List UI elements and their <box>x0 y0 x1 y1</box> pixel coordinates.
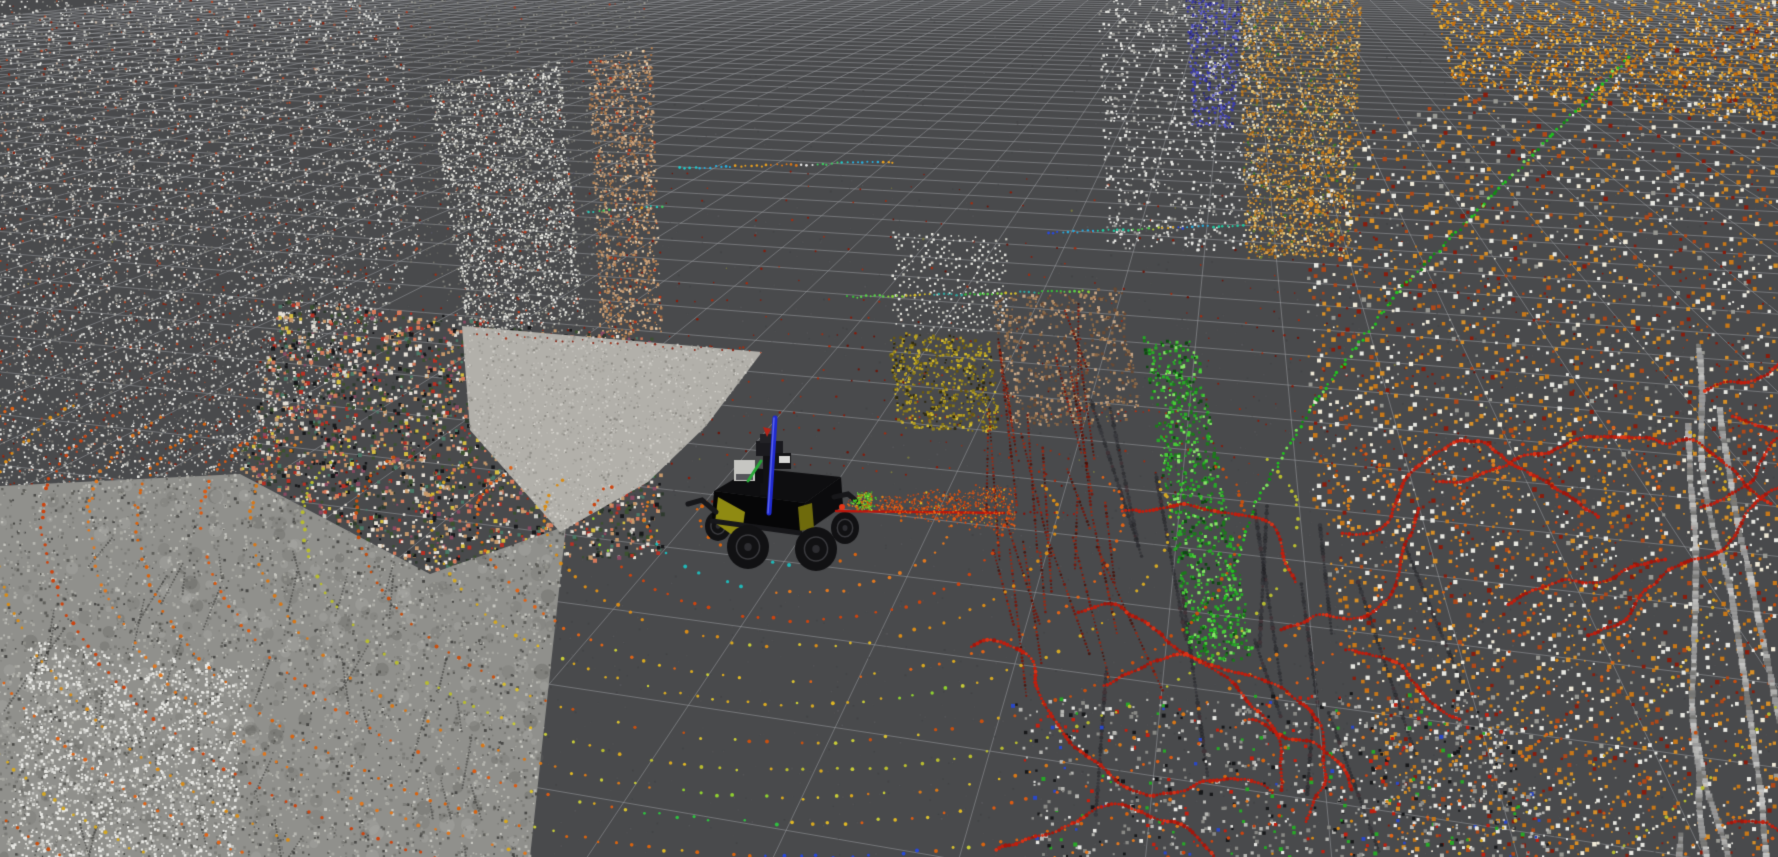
pointcloud-canvas[interactable] <box>0 0 1778 857</box>
rviz-3d-viewport[interactable] <box>0 0 1778 857</box>
